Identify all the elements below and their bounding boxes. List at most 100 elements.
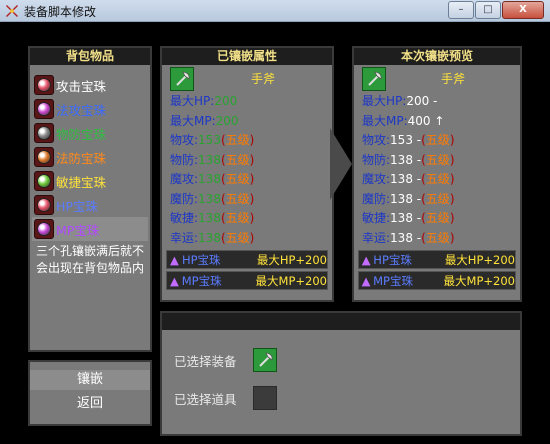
preview-panel: 本次镶嵌预览 手斧 最大HP:200 - 最大MP:400 ↑ 物攻:153 -(五… xyxy=(352,46,522,302)
stat-label: 敏捷: xyxy=(362,211,391,225)
socket-bonus: 最大HP+200 xyxy=(444,252,515,267)
stat-label: 魔防: xyxy=(170,191,199,206)
stat-value: 138 - xyxy=(390,230,422,245)
stat-value: 200 - xyxy=(406,94,438,108)
stat-row: 魔攻:138 -(五级) xyxy=(354,170,520,190)
current-weapon-name: 手斧 xyxy=(250,72,275,86)
tag-paren: ) xyxy=(449,211,455,225)
stat-label: 幸运: xyxy=(362,230,391,245)
tag-paren: ) xyxy=(249,230,255,245)
tag-paren: ) xyxy=(249,191,255,206)
stat-value: 400 ↑ xyxy=(407,113,445,128)
stat-grade: 五级 xyxy=(225,172,250,186)
stat-label: 魔攻: xyxy=(170,172,199,186)
stat-row: 最大MP:400 ↑ xyxy=(354,112,520,132)
stat-value: 153 - xyxy=(390,133,422,147)
current-attributes-panel: 已镶嵌属性 手斧 最大HP:200 最大MP:200 物攻:153(五级) 物防:13… xyxy=(160,46,334,302)
stat-value: 138 xyxy=(198,172,221,186)
stat-label: 物攻: xyxy=(170,133,199,147)
socket-row: ▲ HP宝珠 最大HP+200 xyxy=(358,250,516,269)
tag-paren: ) xyxy=(249,152,255,167)
stat-label: 魔防: xyxy=(362,191,391,206)
backpack-item-label: 攻击宝珠 xyxy=(56,78,107,94)
backpack-item[interactable]: HP宝珠 xyxy=(32,193,148,217)
stat-label: 物攻: xyxy=(362,133,391,147)
gem-icon xyxy=(34,219,54,239)
arrow-right-icon xyxy=(330,128,352,200)
backpack-item-label: MP宝珠 xyxy=(56,222,100,238)
back-button[interactable]: 返回 xyxy=(30,394,150,414)
current-attributes-header: 已镶嵌属性 xyxy=(162,48,332,65)
socket-row: ▲ HP宝珠 最大HP+200 xyxy=(166,250,328,269)
stat-value: 138 - xyxy=(390,211,422,225)
embed-button[interactable]: 镶嵌 xyxy=(30,370,150,390)
selection-panel: 已选择装备 已选择道具 xyxy=(160,311,522,436)
maximize-button[interactable]: □ xyxy=(475,1,501,19)
backpack-item[interactable]: 法攻宝珠 xyxy=(32,97,148,121)
stat-grade: 五级 xyxy=(425,172,450,186)
stat-grade: 五级 xyxy=(225,133,250,147)
stat-label: 敏捷: xyxy=(170,211,199,225)
close-button[interactable]: X xyxy=(502,1,544,19)
socket-gem-name: HP宝珠 xyxy=(373,252,412,267)
backpack-header: 背包物品 xyxy=(30,48,150,65)
selected-equipment-label: 已选择装备 xyxy=(174,353,237,369)
backpack-item-label: HP宝珠 xyxy=(56,198,98,214)
preview-stats-list: 最大HP:200 - 最大MP:400 ↑ 物攻:153 -(五级) 物防:138 -… xyxy=(354,92,520,248)
stat-grade: 五级 xyxy=(425,230,450,245)
title-bar: 装备脚本修改 – □ X xyxy=(0,0,550,22)
gem-icon xyxy=(34,147,54,167)
socket-gem-name: MP宝珠 xyxy=(181,273,222,288)
socket-row: ▲ MP宝珠 最大MP+200 xyxy=(166,271,328,290)
selected-item-row: 已选择道具 xyxy=(162,382,520,414)
gem-icon xyxy=(34,171,54,191)
socket-gem-name: HP宝珠 xyxy=(181,252,221,267)
socket-bonus: 最大MP+200 xyxy=(255,273,327,288)
backpack-item[interactable]: 攻击宝珠 xyxy=(32,73,148,97)
stat-row: 物防:138(五级) xyxy=(162,151,332,171)
window-title: 装备脚本修改 xyxy=(24,5,97,19)
minimize-button[interactable]: – xyxy=(448,1,474,19)
stat-row: 最大HP:200 - xyxy=(354,92,520,112)
stat-value: 138 xyxy=(198,191,221,206)
app-icon xyxy=(6,5,18,17)
selection-header xyxy=(162,313,520,330)
action-panel: 镶嵌 返回 xyxy=(28,360,152,426)
tag-paren: ) xyxy=(449,152,455,167)
tag-paren: ) xyxy=(449,230,455,245)
backpack-item[interactable]: 法防宝珠 xyxy=(32,145,148,169)
selected-item-slot[interactable] xyxy=(252,386,277,410)
tag-paren: ) xyxy=(249,133,255,147)
backpack-item[interactable]: 敏捷宝珠 xyxy=(32,169,148,193)
backpack-panel: 背包物品 攻击宝珠法攻宝珠物防宝珠 法防宝珠敏捷宝珠 HP宝珠 MP宝珠 三个孔镶嵌满… xyxy=(28,46,152,352)
axe-icon xyxy=(362,66,386,91)
tag-paren: ) xyxy=(249,172,255,186)
stat-row: 最大HP:200 xyxy=(162,92,332,112)
socket-gem-icon: ▲ xyxy=(170,252,179,267)
axe-icon[interactable] xyxy=(252,348,277,372)
stat-row: 物攻:153 -(五级) xyxy=(354,131,520,151)
stat-row: 幸运:138 -(五级) xyxy=(354,229,520,249)
gem-icon xyxy=(34,99,54,119)
current-stats-list: 最大HP:200 最大MP:200 物攻:153(五级) 物防:138(五级) 魔攻:1… xyxy=(162,92,332,248)
backpack-item[interactable]: 物防宝珠 xyxy=(32,121,148,145)
stat-grade: 五级 xyxy=(225,191,250,206)
stat-grade: 五级 xyxy=(425,211,450,225)
socket-gem-name: MP宝珠 xyxy=(373,273,413,288)
stat-value: 200 xyxy=(214,94,238,108)
stat-label: 物防: xyxy=(170,152,199,167)
stat-label: 最大MP: xyxy=(170,113,216,128)
socket-bonus: 最大MP+200 xyxy=(443,273,515,288)
stat-grade: 五级 xyxy=(225,211,250,225)
backpack-note: 三个孔镶嵌满后就不会出现在背包物品内 xyxy=(36,244,145,275)
stat-label: 最大HP: xyxy=(170,94,215,108)
socket-gem-icon: ▲ xyxy=(361,273,371,288)
tag-paren: ) xyxy=(449,133,455,147)
tag-paren: ) xyxy=(249,211,255,225)
stat-label: 最大MP: xyxy=(362,113,408,128)
backpack-item-label: 法攻宝珠 xyxy=(56,102,107,118)
tag-paren: ) xyxy=(449,191,455,206)
backpack-item-label: 敏捷宝珠 xyxy=(56,174,107,190)
stat-row: 魔防:138(五级) xyxy=(162,190,332,210)
backpack-item[interactable]: MP宝珠 xyxy=(32,217,148,241)
